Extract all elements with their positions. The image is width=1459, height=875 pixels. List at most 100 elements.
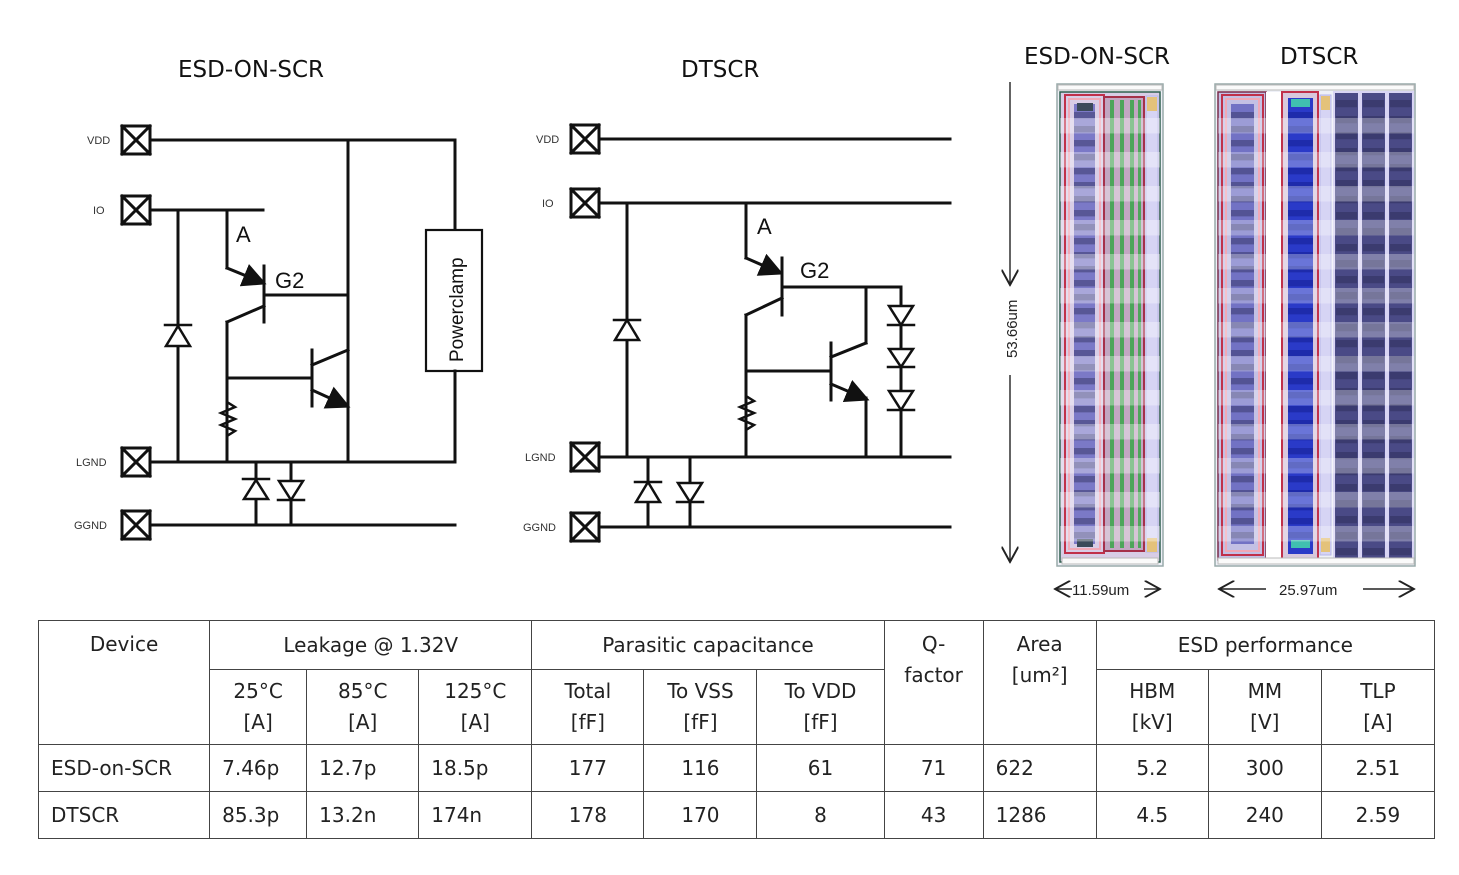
diode-icon [241, 477, 271, 501]
layout-stripe [1060, 186, 1160, 202]
pin-label-ggnd: GGND [523, 522, 556, 534]
table-header-row: Device Leakage @ 1.32V Parasitic capacit… [37, 620, 1436, 745]
layout-stripe [1060, 288, 1160, 304]
subheader-cell: Total [fF] [531, 669, 645, 745]
layout-stripe [1218, 424, 1414, 440]
layout-stripe [1288, 406, 1313, 413]
layout-stripe [1231, 308, 1254, 315]
layout-stripe [1074, 112, 1095, 119]
layout-stripe [1231, 238, 1254, 245]
layout-stripe [1231, 280, 1254, 287]
subheader-cell: 125°C [A] [418, 669, 533, 745]
layout-stripe [1060, 220, 1160, 236]
cell-device: ESD-on-SCR [37, 744, 211, 792]
layout-stripe [1363, 372, 1384, 380]
layout-stripe [1288, 238, 1313, 245]
pad-io-icon [568, 186, 602, 220]
layout-stripe [1288, 112, 1313, 119]
layout-stripe [1074, 448, 1095, 455]
schematic-dtscr [568, 122, 952, 544]
layout-stripe [1363, 340, 1384, 348]
layout-stripe [1390, 276, 1411, 284]
layout-stripe [1074, 378, 1095, 385]
header-q-line2: factor [904, 663, 963, 687]
layout-stripe [1363, 244, 1384, 252]
pad-io-icon [119, 193, 153, 227]
circuit-schematics: VDD IO LGND GGND VDD IO LGND GGND A G2 A… [74, 82, 1416, 599]
layout-stripe [1218, 492, 1414, 508]
cell-leak-125: 174n [418, 791, 533, 839]
pad-vdd-icon [568, 122, 602, 156]
cell-q: 43 [883, 791, 984, 839]
layout-stripe [1231, 378, 1254, 385]
layout-stripe [1060, 254, 1160, 270]
layout-stripe [1060, 424, 1160, 440]
diode-icon [886, 304, 916, 328]
layout-stripe [1218, 356, 1414, 372]
layout-stripe [1231, 350, 1254, 357]
layout-stripe [1288, 280, 1313, 287]
width-dimension-label-dtscr: 25.97um [1279, 582, 1337, 599]
layout-stripe [1336, 212, 1357, 220]
diode-icon [163, 323, 193, 348]
subheader-cell: To VSS [fF] [643, 669, 758, 745]
cell-cap-vdd: 61 [756, 744, 885, 792]
node-label-a: A [757, 214, 772, 239]
table-subheader-row: 25°C [A] 85°C [A] 125°C [A] Total [fF] To VS… [39, 669, 1436, 745]
subheader-cell: MM [V] [1207, 669, 1322, 745]
layout-stripe [1218, 526, 1414, 542]
layout-stripe [1218, 118, 1414, 134]
layout-stripe [1074, 210, 1095, 217]
cell-cap-total: 178 [531, 791, 645, 839]
table-row: DTSCR 85.3p 13.2n 174n 178 170 8 43 1286… [37, 791, 1436, 839]
layout-stripe [1074, 518, 1095, 525]
pad-ggnd-icon [119, 508, 153, 542]
table-row: ESD-on-SCR 7.46p 12.7p 18.5p 177 116 61 … [37, 744, 1436, 792]
header-area-line2: [um²] [1011, 663, 1068, 687]
layout-stripe [1390, 372, 1411, 380]
layout-stripe [1390, 340, 1411, 348]
layout-stripe [1074, 140, 1095, 147]
layout-stripe [1390, 212, 1411, 220]
cell-leak-25: 7.46p [209, 744, 308, 792]
layout-stripe [1231, 406, 1254, 413]
powerclamp-label: Powerclamp [447, 257, 468, 362]
pad-lgnd-icon [119, 445, 153, 479]
layout-stripe [1390, 100, 1411, 108]
subheader-cell: To VDD [fF] [756, 669, 885, 745]
layout-stripe [1231, 210, 1254, 217]
header-q-line1: Q- [921, 632, 946, 656]
cell-tlp: 2.51 [1320, 744, 1436, 792]
pin-label-ggnd: GGND [74, 520, 107, 532]
pin-label-lgnd: LGND [76, 457, 107, 469]
layout-stripe [1336, 340, 1357, 348]
layout-stripe [1336, 484, 1357, 492]
pin-label-io: IO [542, 198, 554, 210]
layout-stripe [1231, 168, 1254, 175]
layout-stripe [1060, 526, 1160, 542]
pin-label-io: IO [93, 205, 105, 217]
diode-icon [612, 317, 642, 342]
cell-leak-85: 12.7p [306, 744, 420, 792]
pin-label-lgnd: LGND [525, 452, 556, 464]
layout-stripe [1218, 390, 1414, 406]
diode-icon [276, 479, 306, 503]
layout-dtscr [1214, 83, 1416, 567]
comparison-table: Device Leakage @ 1.32V Parasitic capacit… [37, 620, 1436, 839]
layout-stripe [1231, 112, 1254, 119]
layout-stripe [1336, 372, 1357, 380]
width-dimension-label-esd-on-scr: 11.59um [1072, 582, 1129, 599]
subheader-cell: 25°C [A] [209, 669, 308, 745]
layout-stripe [1336, 276, 1357, 284]
pad-vdd-icon [119, 123, 153, 157]
layout-stripe [1288, 378, 1313, 385]
layout-stripe [1060, 118, 1160, 134]
header-area-line1: Area [1016, 632, 1063, 656]
layout-stripe [1218, 322, 1414, 338]
layout-stripe [1074, 350, 1095, 357]
height-dimension-label: 53.66um [1004, 300, 1021, 358]
cell-mm: 300 [1207, 744, 1322, 792]
layout-stripe [1288, 476, 1313, 483]
layout-stripe [1074, 168, 1095, 175]
layout-stripe [1060, 390, 1160, 406]
